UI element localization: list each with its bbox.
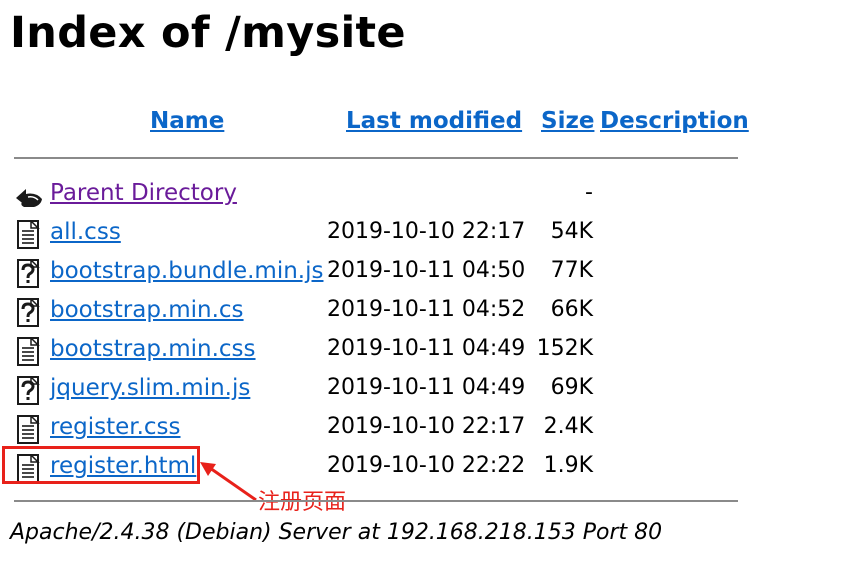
file-size: 2.4K [543,414,593,439]
server-signature: Apache/2.4.38 (Debian) Server at 192.168… [10,520,663,545]
file-row: all.css 2019-10-10 22:17 54K [0,215,760,254]
file-date: 2019-10-11 04:50 [327,258,526,283]
file-row: bootstrap.min.cs 2019-10-11 04:52 66K [0,293,760,332]
column-header-description[interactable]: Description [600,108,749,134]
text-file-icon [17,220,40,249]
file-date: 2019-10-10 22:17 [327,414,526,439]
unknown-file-icon [17,298,40,327]
file-row: bootstrap.bundle.min.js 2019-10-11 04:50 7… [0,254,760,293]
text-file-icon [17,415,40,444]
column-header-last-modified[interactable]: Last modified [346,108,522,134]
file-date: 2019-10-11 04:49 [327,375,526,400]
file-link[interactable]: register.css [50,414,181,440]
page-title: Index of /mysite [10,8,406,58]
file-link[interactable]: bootstrap.min.cs [50,297,244,323]
file-link[interactable]: bootstrap.bundle.min.js [50,258,323,284]
file-size: 54K [550,219,593,244]
unknown-file-icon [17,259,40,288]
file-link[interactable]: all.css [50,219,121,245]
parent-directory-link[interactable]: Parent Directory [50,180,237,206]
back-arrow-icon [16,189,42,207]
file-size: 66K [550,297,593,322]
column-header-name[interactable]: Name [150,108,224,134]
file-row: jquery.slim.min.js 2019-10-11 04:49 69K [0,371,760,410]
file-row: register.css 2019-10-10 22:17 2.4K [0,410,760,449]
parent-directory-row: Parent Directory - [0,176,760,215]
text-file-icon [17,337,40,366]
file-size: 77K [550,258,593,283]
highlight-box [2,446,200,484]
column-header-size[interactable]: Size [541,108,594,134]
file-row: bootstrap.min.css 2019-10-11 04:49 152K [0,332,760,371]
file-size: 69K [550,375,593,400]
file-link[interactable]: jquery.slim.min.js [50,375,250,401]
file-size: 1.9K [543,453,593,478]
header-divider [14,157,738,159]
file-date: 2019-10-10 22:22 [327,453,526,478]
file-size: 152K [536,336,593,361]
file-date: 2019-10-11 04:52 [327,297,526,322]
file-size: - [585,180,593,205]
file-date: 2019-10-11 04:49 [327,336,526,361]
unknown-file-icon [17,376,40,405]
file-date: 2019-10-10 22:17 [327,219,526,244]
file-link[interactable]: bootstrap.min.css [50,336,256,362]
footer-divider [14,500,738,502]
